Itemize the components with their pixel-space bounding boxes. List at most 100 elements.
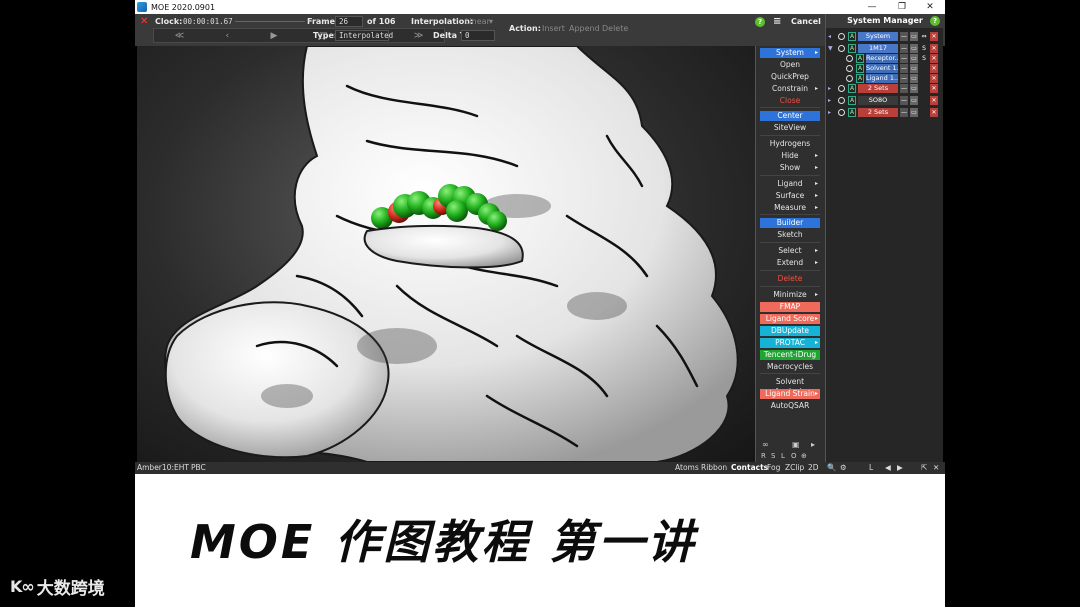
system-row[interactable]: A Receptor... — ▭ S ✕ <box>828 54 940 63</box>
row-extra[interactable] <box>920 96 928 105</box>
row-dash-icon[interactable]: — <box>900 32 908 41</box>
insert-button[interactable]: Insert <box>542 24 565 33</box>
row-dash-icon[interactable]: — <box>900 96 908 105</box>
first-frame-icon[interactable]: ≪ <box>175 31 184 41</box>
row-delete-icon[interactable]: ✕ <box>930 44 938 53</box>
close-x-icon[interactable]: ✕ <box>140 16 148 27</box>
row-delete-icon[interactable]: ✕ <box>930 108 938 117</box>
visibility-circle-icon[interactable] <box>838 45 845 52</box>
ribbon-toggle[interactable]: Ribbon <box>701 463 727 472</box>
row-dash-icon[interactable]: — <box>900 108 908 117</box>
visibility-circle-icon[interactable] <box>838 109 845 116</box>
ligand-score-button[interactable]: Ligand Score ▸ <box>760 314 820 324</box>
delete-action-button[interactable]: Delete <box>602 24 628 33</box>
rotate-right-icon[interactable]: ▶ <box>897 463 903 472</box>
prev-frame-icon[interactable]: ‹ <box>226 31 230 41</box>
minimize-button[interactable]: Minimize ▸ <box>760 290 820 300</box>
system-button[interactable]: System ▸ <box>760 48 820 58</box>
visibility-circle-icon[interactable] <box>838 33 845 40</box>
row-dash-icon[interactable]: — <box>900 74 908 83</box>
ligand-button[interactable]: Ligand ▸ <box>760 179 820 189</box>
ligand-strain-button[interactable]: Ligand Strain ▸ <box>760 389 820 399</box>
last-frame-icon[interactable]: ≫ <box>414 31 423 41</box>
close-button[interactable]: Close <box>760 96 820 106</box>
expand-icon[interactable]: ▸ <box>828 84 836 93</box>
protac-button[interactable]: PROTAC ▸ <box>760 338 820 348</box>
fmap-button[interactable]: FMAP <box>760 302 820 312</box>
visibility-circle-icon[interactable] <box>846 65 853 72</box>
maximize-button[interactable]: ❐ <box>887 0 917 14</box>
system-row[interactable]: ◂ A System — ▭ ⇔ ✕ <box>828 32 940 41</box>
row-extra[interactable] <box>920 84 928 93</box>
clock-slider[interactable] <box>235 21 305 22</box>
2d-toggle[interactable]: 2D <box>808 463 819 472</box>
r-key[interactable]: R <box>761 452 766 460</box>
visibility-circle-icon[interactable] <box>846 75 853 82</box>
window-icon[interactable]: ▣ <box>792 440 800 449</box>
more-icon[interactable]: ▸ <box>811 440 815 449</box>
atom-a-icon[interactable]: A <box>848 32 856 41</box>
help-icon[interactable]: ? <box>755 17 765 27</box>
atoms-toggle[interactable]: Atoms <box>675 463 699 472</box>
zclip-toggle[interactable]: ZClip <box>785 463 804 472</box>
play-icon[interactable]: ▶ <box>271 31 278 41</box>
frame-field[interactable]: 26 <box>335 16 363 27</box>
sketch-button[interactable]: Sketch <box>760 230 820 240</box>
s-key[interactable]: S <box>771 452 775 460</box>
dbupdate-button[interactable]: DBUpdate <box>760 326 820 336</box>
append-button[interactable]: Append <box>569 24 600 33</box>
visibility-circle-icon[interactable] <box>838 97 845 104</box>
row-dash-icon[interactable]: — <box>900 84 908 93</box>
menu-icon[interactable]: ≡ <box>773 16 781 27</box>
siteview-button[interactable]: SiteView <box>760 123 820 133</box>
atom-a-icon[interactable]: A <box>856 64 864 73</box>
atom-a-icon[interactable]: A <box>856 54 864 63</box>
row-extra[interactable] <box>920 74 928 83</box>
search-icon[interactable]: 🔍 <box>827 463 836 472</box>
row-delete-icon[interactable]: ✕ <box>930 54 938 63</box>
hide-button[interactable]: Hide ▸ <box>760 151 820 161</box>
quickprep-button[interactable]: QuickPrep <box>760 72 820 82</box>
gear-icon[interactable]: ⚙ <box>840 463 847 472</box>
system-row[interactable]: ▸ A 2 Sets — ▭ ✕ <box>828 108 940 117</box>
row-dash-icon[interactable]: — <box>900 44 908 53</box>
contacts-toggle[interactable]: Contacts <box>731 463 768 472</box>
macrocycles-button[interactable]: Macrocycles <box>760 362 820 372</box>
builder-button[interactable]: Builder <box>760 218 820 228</box>
system-manager-help-icon[interactable]: ? <box>930 16 940 26</box>
row-box-icon[interactable]: ▭ <box>910 96 918 105</box>
l-key[interactable]: L <box>869 463 873 472</box>
row-box-icon[interactable]: ▭ <box>910 74 918 83</box>
row-extra[interactable]: S <box>920 44 928 53</box>
select-button[interactable]: Select ▸ <box>760 246 820 256</box>
row-box-icon[interactable]: ▭ <box>910 32 918 41</box>
system-row[interactable]: ▸ A SO8O — ▭ ✕ <box>828 96 940 105</box>
measure-button[interactable]: Measure ▸ <box>760 203 820 213</box>
atom-a-icon[interactable]: A <box>848 44 856 53</box>
fog-toggle[interactable]: Fog <box>767 463 780 472</box>
visibility-circle-icon[interactable] <box>838 85 845 92</box>
row-delete-icon[interactable]: ✕ <box>930 32 938 41</box>
delete-button[interactable]: Delete <box>760 274 820 284</box>
interpolation-select[interactable]: Linear <box>465 17 490 26</box>
system-row[interactable]: A Ligand 1... — ▭ ✕ <box>828 74 940 83</box>
solvent-analysis-button[interactable]: Solvent Analysis <box>760 377 820 396</box>
expand-icon[interactable]: ◂ <box>828 32 836 41</box>
row-box-icon[interactable]: ▭ <box>910 54 918 63</box>
row-extra[interactable]: ⇔ <box>920 32 928 41</box>
forcefield-label[interactable]: Amber10:EHT <box>137 463 189 472</box>
open-button[interactable]: Open <box>760 60 820 70</box>
row-box-icon[interactable]: ▭ <box>910 64 918 73</box>
type-field[interactable]: Interpolated <box>335 30 393 41</box>
delta-t-field[interactable]: 0 <box>461 30 495 41</box>
center-key[interactable]: ⊕ <box>801 452 807 460</box>
close-icon[interactable]: ✕ <box>933 463 939 472</box>
row-extra[interactable] <box>920 108 928 117</box>
pbc-label[interactable]: PBC <box>191 463 206 472</box>
system-row[interactable]: ASolvent 1...—▭ ✕ <box>828 64 940 73</box>
tencent-idrug-button[interactable]: Tencent-iDrug <box>760 350 820 360</box>
surface-button[interactable]: Surface ▸ <box>760 191 820 201</box>
row-dash-icon[interactable]: — <box>900 54 908 63</box>
row-box-icon[interactable]: ▭ <box>910 84 918 93</box>
link-icon[interactable]: ∞ <box>762 440 769 449</box>
